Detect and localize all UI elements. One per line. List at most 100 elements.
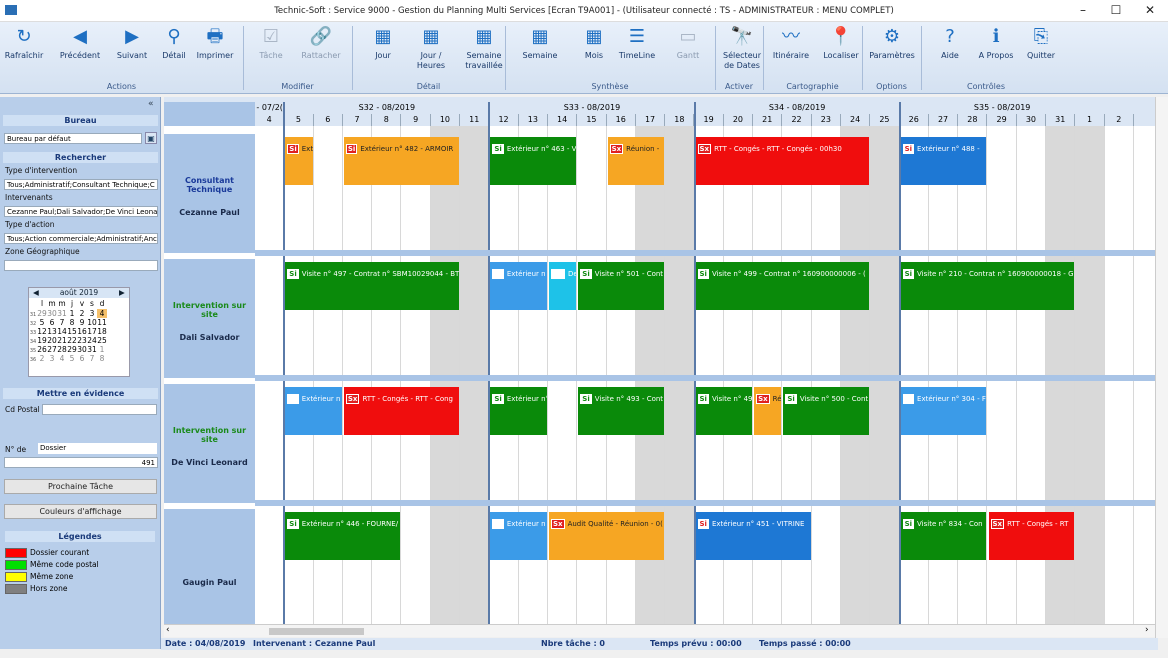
calendar-day[interactable]: 25 [97,336,107,345]
dossier-number-input[interactable]: 491 [4,457,158,468]
day-header[interactable]: 21 [753,114,783,126]
calendar-day[interactable]: 4 [97,309,107,318]
maximize-button[interactable]: ☐ [1106,3,1126,17]
calendar-day[interactable]: 5 [67,354,77,363]
horizontal-scrollbar[interactable]: ‹ › [164,624,1155,637]
task-button[interactable]: ☑ Tâche [255,26,287,61]
day-header[interactable]: 18 [665,114,695,126]
calendar-day[interactable]: 31 [57,309,67,318]
task-block[interactable]: Sh De [549,262,577,310]
task-block[interactable]: Si Extérieur n° 451 - VITRINE [695,512,811,560]
minimize-button[interactable]: – [1073,3,1093,17]
calendar-day[interactable]: 4 [57,354,67,363]
calendar-day[interactable]: 14 [57,327,67,336]
calendar-day[interactable]: 22 [67,336,77,345]
day-header[interactable]: 11 [460,114,490,126]
calendar-day[interactable]: 20 [47,336,57,345]
day-header[interactable]: 31 [1046,114,1076,126]
task-block[interactable]: SiExtérieur n [285,137,313,185]
month-view-button[interactable]: ▦ Mois [576,26,612,61]
day-header[interactable]: 7 [342,114,373,126]
day-header[interactable]: 2 [1104,114,1134,126]
task-block[interactable]: SiExtérieur n [285,387,342,435]
zone-field[interactable] [4,260,158,271]
task-block[interactable]: Sx Ré [754,387,782,435]
resource-row-label[interactable]: Consultant Technique Cezanne Paul [164,134,255,253]
calendar-day[interactable]: 21 [57,336,67,345]
month-calendar[interactable]: ◀ août 2019 ▶ l m m j v s d 31293031 1 2 3 4 32 5 6 7 8 9… [28,287,130,377]
day-header[interactable]: 26 [899,114,929,126]
day-header[interactable]: 19 [694,114,724,126]
day-header[interactable]: 4 [255,114,285,126]
calendar-day[interactable]: 13 [47,327,57,336]
previous-button[interactable]: ◀ Précédent [58,26,102,61]
calendar-day[interactable]: 23 [77,336,87,345]
calendar-day[interactable]: 18 [97,327,107,336]
type-intervention-field[interactable]: Tous;Administratif;Consultant Technique;… [4,179,158,190]
calendar-next-icon[interactable]: ▶ [119,288,125,298]
resource-row-label[interactable]: Intervention sur site Dali Salvador [164,259,255,378]
task-block[interactable]: SiExtérieur n° 452 - V [490,387,547,435]
week-view-button[interactable]: ▦ Semaine [519,26,561,61]
calendar-day[interactable]: 2 [37,354,47,363]
type-action-field[interactable]: Tous;Action commerciale;Administratif;An… [4,233,158,244]
calendar-day[interactable]: 15 [67,327,77,336]
day-header[interactable]: 12 [489,114,519,126]
calendar-day[interactable]: 5 [37,318,47,327]
task-block[interactable]: Si Visite n° 49 [695,387,753,435]
couleurs-affichage-button[interactable]: Couleurs d'affichage [4,504,157,519]
quit-button[interactable]: ⎘ Quitter [1022,26,1060,61]
scroll-thumb[interactable] [269,628,364,635]
close-button[interactable]: ✕ [1140,3,1160,17]
nde-select[interactable]: Dossier [38,443,157,454]
day-header[interactable]: 17 [635,114,666,126]
calendar-day[interactable]: 30 [47,309,57,318]
task-block[interactable]: Si Visite n° 834 - Con [900,512,987,560]
planning-grid[interactable]: 4 5 6 7 8 9 10 11 12 13 14 15 16 17 18 19 20 21 22 23 24 25 26… [164,97,1155,624]
attach-button[interactable]: 🔗 Rattacher [300,26,342,61]
resource-row-label[interactable]: Gaugin Paul [164,509,255,624]
day-hours-view-button[interactable]: ▦ Jour / Heures [410,26,452,71]
task-block[interactable]: SiExtérieur n° 463 - VITRINE [490,137,577,185]
calendar-day[interactable]: 10 [87,318,97,327]
calendar-day[interactable]: 19 [37,336,47,345]
next-button[interactable]: ▶ Suivant [114,26,150,61]
day-header[interactable]: 13 [518,114,548,126]
calendar-day[interactable]: 3 [87,309,97,318]
calendar-day[interactable]: 7 [87,354,97,363]
task-block[interactable]: Si Visite n° 210 - Contrat n° 16090000001… [900,262,1075,310]
intervenants-field[interactable]: Cezanne Paul;Dali Salvador;De Vinci Leon… [4,206,158,217]
print-button[interactable]: 🖶 Imprimer [196,26,234,61]
date-selector-button[interactable]: 🔭 Sélecteur de Dates [720,26,764,71]
day-header[interactable]: 5 [284,114,314,126]
task-block[interactable]: Si Visite n° 500 - Cont [783,387,870,435]
calendar-day[interactable]: 2 [77,309,87,318]
day-view-button[interactable]: ▦ Jour [365,26,401,61]
day-header[interactable]: 9 [401,114,431,126]
calendar-day[interactable]: 31 [87,345,97,354]
day-header[interactable]: 29 [987,114,1017,126]
day-header[interactable]: 20 [723,114,754,126]
itinerary-button[interactable]: 〰 Itinéraire [770,26,812,61]
calendar-day[interactable]: 29 [67,345,77,354]
detail-button[interactable]: ⚲ Détail [158,26,190,61]
work-week-view-button[interactable]: ▦ Semaine travaillée [460,26,508,71]
day-header[interactable]: 22 [782,114,812,126]
vertical-scrollbar[interactable] [1155,97,1168,638]
task-block[interactable]: Sx Audit Qualité - Réunion - 0( [549,512,665,560]
calendar-day[interactable]: 27 [47,345,57,354]
task-block[interactable]: Si Visite n° 497 - Contrat n° SBM10029044… [285,262,460,310]
task-block[interactable]: Si Visite n° 493 - Cont [578,387,665,435]
calendar-prev-icon[interactable]: ◀ [33,288,39,298]
calendar-day[interactable]: 3 [47,354,57,363]
resource-row-label[interactable]: Intervention sur site De Vinci Leonard [164,384,255,503]
calendar-day[interactable]: 12 [37,327,47,336]
calendar-day[interactable]: 24 [87,336,97,345]
calendar-day[interactable]: 8 [97,354,107,363]
calendar-day[interactable]: 16 [77,327,87,336]
calendar-day[interactable]: 1 [97,345,107,354]
task-block[interactable]: Si Extérieur n° 482 - ARMOIR [343,137,460,185]
day-header[interactable]: 8 [372,114,402,126]
task-block[interactable]: Si Extérieur n° 446 - FOURNE/ [285,512,401,560]
day-header[interactable]: 6 [313,114,343,126]
